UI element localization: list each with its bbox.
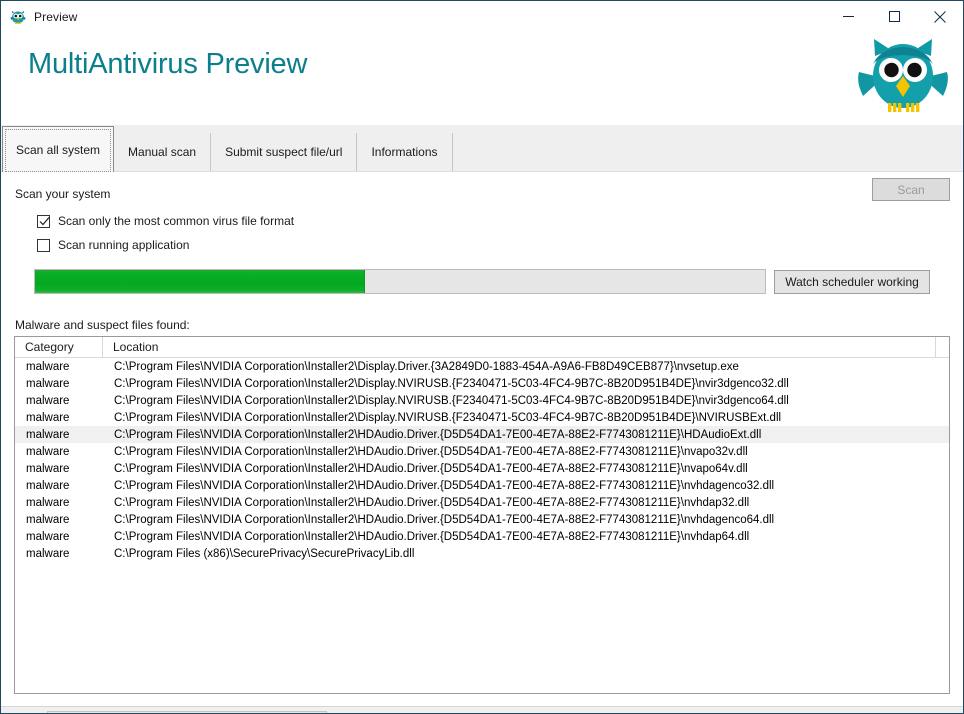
cell-location: C:\Program Files\NVIDIA Corporation\Inst… [114, 411, 782, 424]
title-bar: Preview [1, 1, 963, 32]
owl-logo [857, 34, 949, 114]
tab-label: Manual scan [128, 145, 197, 159]
tab-strip: Scan all system Manual scan Submit suspe… [1, 125, 963, 172]
tab-content-scan-all-system: Scan your system Scan Scan only the most… [1, 172, 963, 706]
checkbox-checked-icon [37, 214, 50, 228]
tab-scan-all-system[interactable]: Scan all system [2, 126, 115, 172]
watch-scheduler-button[interactable]: Watch scheduler working [774, 270, 930, 294]
column-header-category[interactable]: Category [15, 337, 103, 357]
minimize-button[interactable] [825, 1, 871, 32]
cell-category: malware [26, 462, 70, 475]
cell-location: C:\Program Files\NVIDIA Corporation\Inst… [114, 496, 750, 509]
cell-category: malware [26, 360, 70, 373]
table-row[interactable]: malware C:\Program Files\NVIDIA Corporati… [15, 443, 949, 460]
cell-location: C:\Program Files\NVIDIA Corporation\Inst… [114, 513, 775, 526]
tab-manual-scan[interactable]: Manual scan [114, 133, 212, 171]
tab-label: Informations [371, 145, 438, 159]
status-bar: Status [1, 706, 963, 713]
application-window: Preview MultiAntivirus Preview Scan all … [0, 0, 964, 714]
table-row[interactable]: malware C:\Program Files\NVIDIA Corporati… [15, 511, 949, 528]
table-row[interactable]: malware C:\Program Files\NVIDIA Corporati… [15, 375, 949, 392]
table-row[interactable]: malware C:\Program Files\NVIDIA Corporati… [15, 494, 949, 511]
table-row[interactable]: malware C:\Program Files (x86)\SecurePriv… [15, 545, 949, 562]
cell-category: malware [26, 377, 70, 390]
cell-category: malware [26, 445, 70, 458]
table-row[interactable]: malware C:\Program Files\NVIDIA Corporati… [15, 477, 949, 494]
cell-location: C:\Program Files (x86)\SecurePrivacy\Sec… [114, 547, 415, 560]
results-rows: malware C:\Program Files\NVIDIA Corporati… [15, 358, 949, 562]
cell-category: malware [26, 411, 70, 424]
cell-location: C:\Program Files\NVIDIA Corporation\Inst… [114, 428, 762, 441]
tab-label: Scan all system [16, 142, 101, 157]
cell-category: malware [26, 428, 70, 441]
results-header-row: Category Location [15, 337, 949, 358]
tab-label: Submit suspect file/url [225, 145, 343, 159]
checkbox-scan-running-application[interactable]: Scan running application [37, 238, 189, 252]
checkbox-unchecked-icon [37, 238, 50, 252]
table-row[interactable]: malware C:\Program Files\NVIDIA Corporati… [15, 409, 949, 426]
scan-button[interactable]: Scan [872, 178, 950, 201]
table-row[interactable]: malware C:\Program Files\NVIDIA Corporati… [15, 460, 949, 477]
page-title: MultiAntivirus Preview [28, 48, 308, 80]
checkbox-label: Scan running application [58, 238, 190, 252]
tab-submit-suspect-file-url[interactable]: Submit suspect file/url [211, 133, 358, 171]
cell-category: malware [26, 394, 70, 407]
status-field [47, 710, 328, 713]
results-label: Malware and suspect files found: [15, 318, 190, 332]
cell-location: C:\Program Files\NVIDIA Corporation\Inst… [114, 530, 750, 543]
cell-location: C:\Program Files\NVIDIA Corporation\Inst… [114, 479, 775, 492]
window-title: Preview [34, 9, 78, 24]
window-controls [825, 1, 963, 32]
checkbox-scan-common-formats[interactable]: Scan only the most common virus file for… [37, 214, 294, 228]
owl-icon [10, 9, 26, 25]
cell-location: C:\Program Files\NVIDIA Corporation\Inst… [114, 462, 748, 475]
scan-progress-fill [35, 270, 365, 293]
checkbox-label: Scan only the most common virus file for… [58, 214, 295, 228]
table-row[interactable]: malware C:\Program Files\NVIDIA Corporati… [15, 426, 949, 443]
table-row[interactable]: malware C:\Program Files\NVIDIA Corporati… [15, 358, 949, 375]
cell-location: C:\Program Files\NVIDIA Corporation\Inst… [114, 445, 748, 458]
brand-header: MultiAntivirus Preview [1, 32, 963, 125]
cell-category: malware [26, 479, 70, 492]
cell-category: malware [26, 547, 70, 560]
cell-category: malware [26, 496, 70, 509]
results-list[interactable]: Category Location malware C:\Program File… [14, 336, 950, 694]
table-row[interactable]: malware C:\Program Files\NVIDIA Corporati… [15, 528, 949, 545]
maximize-button[interactable] [871, 1, 917, 32]
tab-informations[interactable]: Informations [357, 133, 453, 171]
cell-location: C:\Program Files\NVIDIA Corporation\Inst… [114, 394, 789, 407]
table-row[interactable]: malware C:\Program Files\NVIDIA Corporati… [15, 392, 949, 409]
cell-location: C:\Program Files\NVIDIA Corporation\Inst… [114, 377, 789, 390]
cell-category: malware [26, 513, 70, 526]
scan-progress-bar [34, 269, 766, 294]
scan-section-label: Scan your system [15, 187, 111, 201]
cell-location: C:\Program Files\NVIDIA Corporation\Inst… [114, 360, 739, 373]
column-header-location[interactable]: Location [103, 337, 949, 357]
close-button[interactable] [917, 1, 963, 32]
cell-category: malware [26, 530, 70, 543]
